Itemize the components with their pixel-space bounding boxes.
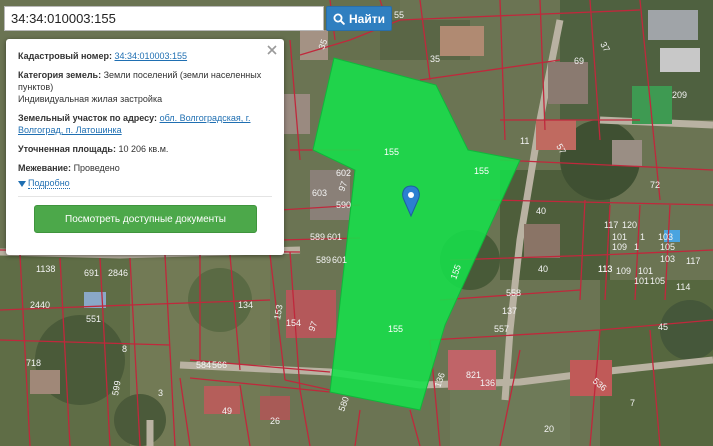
parcel-label: 589 xyxy=(310,232,325,242)
parcel-label: 137 xyxy=(502,306,517,316)
parcel-label: 136 xyxy=(480,378,495,388)
parcel-label: 3 xyxy=(158,388,163,398)
search-button-label: Найти xyxy=(349,11,385,26)
parcel-label: 40 xyxy=(538,264,548,274)
parcel-label: 821 xyxy=(466,370,481,380)
parcel-label: 26 xyxy=(270,416,280,426)
parcel-label: 103 xyxy=(658,232,673,242)
parcel-label: 11 xyxy=(520,136,529,146)
parcel-label: 1 xyxy=(640,232,645,242)
cadastral-number-link[interactable]: 34:34:010003:155 xyxy=(114,51,187,61)
parcel-label: 105 xyxy=(650,276,665,286)
parcel-label: 2846 xyxy=(108,268,128,278)
parcel-label: 101 xyxy=(634,276,649,286)
triangle-down-icon xyxy=(18,180,26,187)
parcel-label: 691 xyxy=(84,268,99,278)
parcel-label: 103 xyxy=(660,254,675,264)
area-label: Уточненная площадь: xyxy=(18,144,116,154)
parcel-label: 101 xyxy=(612,232,627,242)
parcel-label: 117 xyxy=(604,220,618,230)
close-icon[interactable] xyxy=(266,44,278,56)
cadastral-number-label: Кадастровый номер: xyxy=(18,51,112,61)
parcel-label: 35 xyxy=(430,54,440,64)
search-button[interactable]: Найти xyxy=(326,6,392,31)
survey-value: Проведено xyxy=(73,163,120,173)
permitted-use-value: Индивидуальная жилая застройка xyxy=(18,94,163,104)
search-input[interactable] xyxy=(4,6,324,31)
parcel-label: 2440 xyxy=(30,300,50,310)
view-documents-button[interactable]: Посмотреть доступные документы xyxy=(34,205,257,233)
parcel-label: 40 xyxy=(536,206,546,216)
survey-label: Межевание: xyxy=(18,163,72,173)
parcel-label: 49 xyxy=(222,406,232,416)
parcel-label: 602 xyxy=(336,168,351,178)
parcel-info-popup: Кадастровый номер: 34:34:010003:155 Кате… xyxy=(6,39,284,255)
land-category-row: Категория земель: Земли поселений (земли… xyxy=(18,69,272,105)
parcel-label: 601 xyxy=(332,255,347,265)
search-icon xyxy=(333,13,345,25)
parcel-label: 155 xyxy=(474,166,489,176)
parcel-label: 590 xyxy=(336,200,351,210)
parcel-label: 551 xyxy=(86,314,101,324)
parcel-label: 109 xyxy=(612,242,627,252)
parcel-label: 1138 xyxy=(36,264,55,274)
parcel-label: 603 xyxy=(312,188,327,198)
parcel-label: 1 xyxy=(634,242,639,252)
parcel-label: 117 xyxy=(686,256,700,266)
parcel-label: 20 xyxy=(544,424,554,434)
parcel-label: 209 xyxy=(672,90,687,100)
parcel-label: 69 xyxy=(574,56,584,66)
parcel-label: 155 xyxy=(384,147,399,157)
parcel-label: 601 xyxy=(327,232,342,242)
parcel-label: 101 xyxy=(638,266,653,276)
parcel-label: 72 xyxy=(650,180,660,190)
area-value: 10 206 кв.м. xyxy=(118,144,169,154)
parcel-label: 55 xyxy=(394,10,404,20)
cadastral-number-row: Кадастровый номер: 34:34:010003:155 xyxy=(18,50,272,62)
details-link[interactable]: Подробно xyxy=(28,178,70,189)
parcel-label: 589 xyxy=(316,255,331,265)
parcel-label: 155 xyxy=(388,324,403,334)
search-bar: Найти xyxy=(4,6,392,31)
parcel-label: 45 xyxy=(658,322,668,332)
parcel-label: 566 xyxy=(212,360,227,370)
parcel-label: 154 xyxy=(286,318,301,328)
survey-row: Межевание: Проведено xyxy=(18,162,272,174)
parcel-label: 109 xyxy=(616,266,631,276)
details-toggle[interactable]: Подробно xyxy=(18,178,272,189)
parcel-label: 105 xyxy=(660,242,675,252)
land-category-label: Категория земель: xyxy=(18,70,102,80)
parcel-label: 557 xyxy=(494,324,509,334)
address-label: Земельный участок по адресу: xyxy=(18,113,158,123)
parcel-label: 114 xyxy=(676,282,690,292)
parcel-label: 8 xyxy=(122,344,127,354)
parcel-label: 718 xyxy=(26,358,41,368)
parcel-label: 134 xyxy=(238,300,253,310)
parcel-label: 120 xyxy=(622,220,637,230)
area-row: Уточненная площадь: 10 206 кв.м. xyxy=(18,143,272,155)
address-row: Земельный участок по адресу: обл. Волгог… xyxy=(18,112,272,136)
parcel-label: 113 xyxy=(598,264,612,274)
popup-divider xyxy=(18,196,272,197)
parcel-label: 558 xyxy=(506,288,521,298)
parcel-label: 7 xyxy=(630,398,635,408)
parcel-label: 584 xyxy=(196,360,211,370)
